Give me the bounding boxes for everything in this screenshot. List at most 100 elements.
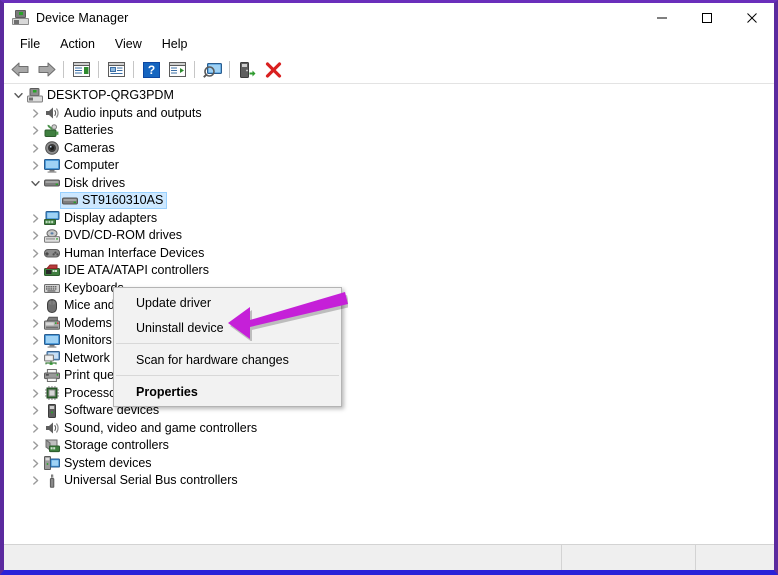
- device-tree-panel[interactable]: DESKTOP-QRG3PDM Audio inputs and outputs B…: [4, 84, 774, 544]
- chevron-right-icon[interactable]: [27, 266, 43, 275]
- tree-item-content[interactable]: System devices: [43, 456, 155, 471]
- help-button[interactable]: ?: [138, 58, 164, 82]
- tree-item-content[interactable]: Disk drives: [43, 176, 128, 191]
- context-menu[interactable]: Update driver Uninstall device Scan for …: [113, 287, 342, 407]
- tree-item[interactable]: Sound, video and game controllers: [4, 420, 774, 438]
- context-menu-item-update-driver[interactable]: Update driver: [114, 290, 341, 315]
- tree-item[interactable]: IDE ATA/ATAPI controllers: [4, 262, 774, 280]
- show-hide-console-tree-button[interactable]: [68, 58, 94, 82]
- status-pane-3-text: [696, 545, 774, 553]
- tree-item[interactable]: Cameras: [4, 140, 774, 158]
- storage-controller-icon: [43, 438, 60, 453]
- toolbar-separator-5: [229, 61, 230, 78]
- tree-root-node[interactable]: DESKTOP-QRG3PDM: [4, 87, 774, 105]
- tree-item[interactable]: Display adapters: [4, 210, 774, 228]
- chevron-right-icon[interactable]: [27, 441, 43, 450]
- toolbar-separator-1: [63, 61, 64, 78]
- update-driver-button[interactable]: [234, 58, 260, 82]
- menu-action[interactable]: Action: [50, 35, 105, 54]
- chevron-right-icon[interactable]: [27, 459, 43, 468]
- tree-item-content[interactable]: ST9160310AS: [60, 192, 168, 210]
- tree-item-content[interactable]: Computer: [43, 158, 122, 173]
- maximize-button[interactable]: [684, 3, 729, 33]
- chevron-right-icon[interactable]: [27, 354, 43, 363]
- tree-item-content[interactable]: Monitors: [43, 333, 115, 348]
- chevron-right-icon[interactable]: [27, 126, 43, 135]
- status-pane-2: [561, 545, 695, 570]
- computer-root-icon: [26, 88, 43, 103]
- tree-item-label: Human Interface Devices: [64, 245, 205, 260]
- chevron-right-icon[interactable]: [27, 476, 43, 485]
- tree-item-content[interactable]: Audio inputs and outputs: [43, 106, 205, 121]
- tree-item-content[interactable]: Universal Serial Bus controllers: [43, 473, 241, 488]
- chevron-right-icon[interactable]: [27, 406, 43, 415]
- tree-item-content[interactable]: Display adapters: [43, 211, 160, 226]
- window-controls: [639, 3, 774, 33]
- camera-icon: [43, 141, 60, 156]
- minimize-button[interactable]: [639, 3, 684, 33]
- context-menu-separator-2: [116, 375, 339, 376]
- red-x-icon: [265, 61, 282, 78]
- chevron-right-icon[interactable]: [27, 371, 43, 380]
- tree-item[interactable]: Human Interface Devices: [4, 245, 774, 263]
- context-menu-item-uninstall-device[interactable]: Uninstall device: [114, 315, 341, 340]
- tree-item[interactable]: ST9160310AS: [4, 192, 774, 210]
- software-device-icon: [43, 403, 60, 418]
- tree-item-label: Disk drives: [64, 175, 126, 190]
- chevron-down-icon[interactable]: [10, 91, 26, 100]
- tree-item-label: System devices: [64, 455, 152, 470]
- properties-button[interactable]: [103, 58, 129, 82]
- tree-item-content[interactable]: Cameras: [43, 141, 118, 156]
- chevron-right-icon[interactable]: [27, 144, 43, 153]
- tree-item-content[interactable]: Modems: [43, 316, 115, 331]
- uninstall-device-button[interactable]: [260, 58, 286, 82]
- tree-item-content[interactable]: Sound, video and game controllers: [43, 421, 260, 436]
- chevron-right-icon[interactable]: [27, 214, 43, 223]
- chevron-right-icon[interactable]: [27, 389, 43, 398]
- chevron-right-icon[interactable]: [27, 424, 43, 433]
- scan-for-hardware-changes-button[interactable]: [199, 58, 225, 82]
- tree-item[interactable]: Disk drives: [4, 175, 774, 193]
- tree-item[interactable]: DVD/CD-ROM drives: [4, 227, 774, 245]
- tree-item-label: Computer: [64, 158, 119, 173]
- forward-button[interactable]: [33, 58, 59, 82]
- show-action-pane-button[interactable]: [164, 58, 190, 82]
- chevron-right-icon[interactable]: [27, 319, 43, 328]
- properties-icon: [107, 62, 125, 77]
- tree-item-content[interactable]: Storage controllers: [43, 438, 172, 453]
- menu-view[interactable]: View: [105, 35, 152, 54]
- tree-item[interactable]: Computer: [4, 157, 774, 175]
- menu-help[interactable]: Help: [152, 35, 198, 54]
- context-menu-item-scan-for-hardware-changes[interactable]: Scan for hardware changes: [114, 347, 341, 372]
- menu-file[interactable]: File: [10, 35, 50, 54]
- tree-item[interactable]: System devices: [4, 455, 774, 473]
- chevron-right-icon[interactable]: [27, 301, 43, 310]
- tree-item[interactable]: Universal Serial Bus controllers: [4, 472, 774, 490]
- close-button[interactable]: [729, 3, 774, 33]
- tree-item-content[interactable]: DESKTOP-QRG3PDM: [26, 88, 177, 103]
- tree-item-content[interactable]: IDE ATA/ATAPI controllers: [43, 263, 212, 278]
- back-button[interactable]: [7, 58, 33, 82]
- tree-item[interactable]: Audio inputs and outputs: [4, 105, 774, 123]
- tree-item[interactable]: Storage controllers: [4, 437, 774, 455]
- chevron-right-icon[interactable]: [27, 249, 43, 258]
- device-manager-icon: [12, 9, 30, 27]
- device-manager-window: Device Manager File Action View Help ? D…: [0, 0, 778, 575]
- status-bar: [4, 544, 774, 570]
- chevron-right-icon[interactable]: [27, 161, 43, 170]
- context-menu-item-properties[interactable]: Properties: [114, 379, 341, 404]
- tree-item-content[interactable]: Batteries: [43, 123, 116, 138]
- monitor-icon: [43, 158, 60, 173]
- display-adapter-icon: [43, 211, 60, 226]
- tree-item-content[interactable]: DVD/CD-ROM drives: [43, 228, 185, 243]
- tree-item-content[interactable]: Human Interface Devices: [43, 246, 207, 261]
- chevron-right-icon[interactable]: [27, 231, 43, 240]
- chevron-right-icon[interactable]: [27, 284, 43, 293]
- status-pane-1: [4, 545, 561, 570]
- forward-arrow-icon: [37, 62, 56, 77]
- chevron-right-icon[interactable]: [27, 109, 43, 118]
- toolbar: ?: [4, 56, 774, 84]
- chevron-right-icon[interactable]: [27, 336, 43, 345]
- chevron-down-icon[interactable]: [27, 179, 43, 188]
- tree-item[interactable]: Batteries: [4, 122, 774, 140]
